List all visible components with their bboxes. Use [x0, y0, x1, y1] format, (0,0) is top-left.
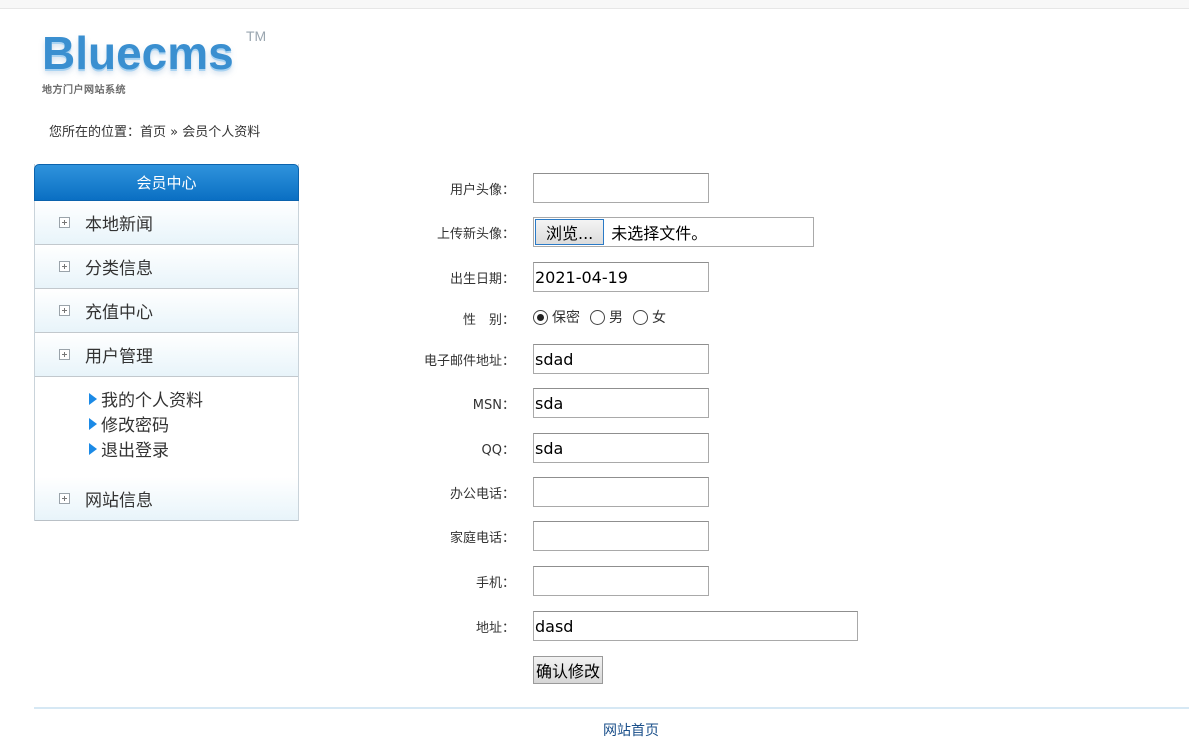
sidebar-item-recharge[interactable]: 充值中心 — [35, 289, 298, 333]
address-label: 地址： — [475, 621, 515, 636]
sidebar-title: 会员中心 — [34, 164, 299, 201]
sidebar-item-label: 网站信息 — [85, 491, 153, 511]
bullet-arrow-icon — [89, 442, 97, 455]
footer-divider — [34, 707, 1189, 709]
form-row-birthday: 出生日期： — [380, 262, 900, 292]
sidebar-item-label: 充值中心 — [85, 303, 153, 323]
avatar-label: 用户头像： — [449, 183, 515, 198]
mobile-field[interactable] — [533, 566, 709, 596]
gender-radio-group: 保密 男 女 — [533, 307, 676, 327]
office-phone-label: 办公电话： — [449, 487, 515, 502]
submenu-link-label: 退出登录 — [101, 441, 169, 461]
submenu-link-label: 我的个人资料 — [101, 391, 203, 411]
mobile-label: 手机： — [475, 576, 515, 591]
breadcrumb-current: 会员个人资料 — [182, 125, 261, 140]
form-row-gender: 性 别： 保密 男 女 — [380, 303, 900, 333]
bullet-arrow-icon — [89, 392, 97, 405]
radio-selected-icon[interactable] — [533, 309, 548, 325]
user-management-submenu: 我的个人资料 修改密码 退出登录 — [35, 377, 298, 477]
radio-label: 女 — [652, 310, 666, 326]
submenu-link-logout[interactable]: 退出登录 — [89, 436, 298, 461]
sidebar-item-label: 用户管理 — [85, 347, 153, 367]
top-bar — [0, 0, 1189, 9]
logo-trademark: TM — [246, 28, 267, 44]
expand-plus-icon — [59, 305, 70, 316]
gender-option-female[interactable]: 女 — [633, 307, 666, 327]
address-field[interactable] — [533, 611, 858, 641]
office-phone-field[interactable] — [533, 477, 709, 507]
confirm-changes-button[interactable]: 确认修改 — [533, 656, 604, 684]
upload-label: 上传新头像： — [436, 227, 515, 242]
footer-home-link[interactable]: 网站首页 — [603, 720, 659, 740]
bullet-arrow-icon — [89, 417, 97, 430]
form-row-submit: 确认修改 — [380, 656, 900, 686]
msn-field[interactable] — [533, 388, 709, 418]
form-row-home-phone: 家庭电话： — [380, 521, 900, 551]
sidebar-item-local-news[interactable]: 本地新闻 — [35, 201, 298, 245]
logo-wordmark: Bluecms — [42, 27, 234, 79]
submenu-link-change-password[interactable]: 修改密码 — [89, 411, 298, 436]
form-row-upload: 上传新头像： 浏览... 未选择文件。 — [380, 217, 900, 247]
submenu-link-profile[interactable]: 我的个人资料 — [89, 386, 298, 411]
qq-label: QQ： — [481, 443, 515, 458]
sidebar-item-user-management[interactable]: 用户管理 — [35, 333, 298, 377]
browse-button[interactable]: 浏览... — [535, 219, 605, 245]
radio-unselected-icon[interactable] — [633, 309, 648, 325]
sidebar-item-classifieds[interactable]: 分类信息 — [35, 245, 298, 289]
msn-label: MSN： — [472, 398, 515, 413]
radio-label: 保密 — [552, 310, 580, 326]
birthday-field[interactable] — [533, 262, 709, 292]
sidebar-item-site-info[interactable]: 网站信息 — [35, 477, 298, 521]
submenu-link-label: 修改密码 — [101, 416, 169, 436]
expand-plus-icon — [59, 349, 70, 360]
birthday-label: 出生日期： — [449, 272, 515, 287]
member-sidebar: 会员中心 本地新闻 分类信息 充值中心 用户管理 我的个人资料 修改密码 退出登… — [34, 164, 299, 521]
gender-option-secret[interactable]: 保密 — [533, 307, 580, 327]
expand-plus-icon — [59, 261, 70, 272]
breadcrumb-home-link[interactable]: 首页 — [140, 125, 166, 140]
email-field[interactable] — [533, 344, 709, 374]
expand-plus-icon — [59, 493, 70, 504]
qq-field[interactable] — [533, 433, 709, 463]
avatar-field[interactable] — [533, 173, 709, 203]
site-logo[interactable]: Bluecms TM 地方门户网站系统 — [42, 28, 272, 98]
breadcrumb-prefix: 您所在的位置： — [49, 125, 141, 140]
logo-subtitle: 地方门户网站系统 — [42, 85, 126, 96]
form-row-email: 电子邮件地址： — [380, 344, 900, 374]
gender-label: 性 别： — [462, 313, 515, 328]
form-row-mobile: 手机： — [380, 566, 900, 596]
gender-option-male[interactable]: 男 — [590, 307, 623, 327]
form-row-address: 地址： — [380, 611, 900, 641]
form-row-msn: MSN： — [380, 388, 900, 418]
home-phone-label: 家庭电话： — [449, 531, 515, 546]
sidebar-item-label: 本地新闻 — [85, 215, 153, 235]
email-label: 电子邮件地址： — [423, 354, 515, 369]
form-row-avatar: 用户头像： — [380, 173, 900, 203]
form-row-qq: QQ： — [380, 433, 900, 463]
breadcrumb-separator: » — [166, 125, 183, 140]
sidebar-item-label: 分类信息 — [85, 259, 153, 279]
avatar-file-input[interactable]: 浏览... 未选择文件。 — [533, 217, 814, 247]
radio-label: 男 — [609, 310, 623, 326]
expand-plus-icon — [59, 217, 70, 228]
radio-unselected-icon[interactable] — [590, 309, 605, 325]
form-row-office-phone: 办公电话： — [380, 477, 900, 507]
file-status-text: 未选择文件。 — [611, 224, 708, 243]
breadcrumb: 您所在的位置：首页 » 会员个人资料 — [49, 121, 260, 140]
home-phone-field[interactable] — [533, 521, 709, 551]
